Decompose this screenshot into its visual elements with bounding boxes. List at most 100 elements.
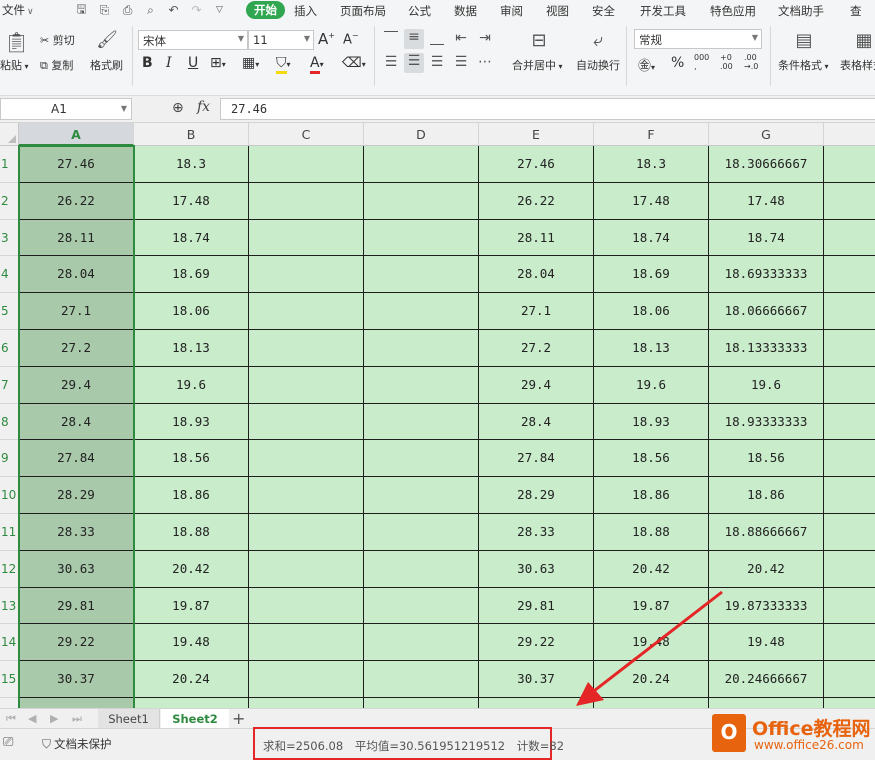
grid-cell[interactable]: 19.6 (709, 366, 824, 404)
merge-center-button[interactable]: 合并居中 ▾ (512, 57, 563, 73)
grid-cell[interactable]: 18.13333333 (709, 330, 824, 367)
grid-cell[interactable]: 18.56 (134, 440, 249, 478)
grid-cell[interactable]: 18.88666667 (709, 514, 824, 551)
grid-cell[interactable] (249, 182, 364, 220)
grid-cell[interactable] (364, 587, 479, 625)
next-sheet-icon[interactable]: ▶ (50, 712, 58, 725)
row-header[interactable]: 7 (0, 366, 19, 404)
grid-cell[interactable]: 28.4 (19, 403, 134, 441)
grid-cell[interactable] (824, 477, 875, 514)
grid-cell[interactable]: 18.69 (134, 256, 249, 294)
align-left-icon[interactable]: ☰ (382, 54, 400, 70)
row-header[interactable]: 6 (0, 330, 19, 367)
grid-cell[interactable] (824, 403, 875, 441)
tab-10[interactable]: 文档助手 (778, 3, 824, 19)
grid-cell[interactable]: 18.88 (134, 514, 249, 551)
column-header-h[interactable] (824, 123, 875, 146)
paste-icon[interactable]: 📋︎ (4, 30, 29, 54)
grid-cell[interactable] (249, 219, 364, 257)
grid-cell[interactable] (824, 182, 875, 220)
grid-cell[interactable]: 18.06 (134, 293, 249, 330)
grid-cell[interactable]: 28.33 (19, 514, 134, 551)
grid-cell[interactable] (824, 624, 875, 662)
tab-7[interactable]: 安全 (592, 3, 615, 19)
grid-cell[interactable]: 27.84 (479, 440, 594, 478)
grid-cell[interactable] (824, 256, 875, 294)
currency-icon[interactable]: ㊎▾ (638, 55, 655, 74)
tab-0[interactable]: 开始 (246, 1, 285, 19)
last-sheet-icon[interactable]: ⏭ (72, 712, 82, 726)
grid-cell[interactable]: 19.48 (594, 624, 709, 662)
row-header[interactable]: 2 (0, 182, 19, 220)
grid-cell[interactable]: 18.93333333 (709, 403, 824, 441)
grid-cell[interactable] (824, 698, 875, 708)
grid-cell[interactable]: 29.81 (19, 587, 134, 625)
borders-icon[interactable]: ⊞▾ (210, 55, 226, 71)
sheet-tab-sheet1[interactable]: Sheet1 (98, 709, 160, 729)
tab-5[interactable]: 审阅 (500, 3, 523, 19)
column-header-f[interactable]: F (594, 123, 709, 146)
grid-cell[interactable] (249, 550, 364, 588)
grid-cell[interactable] (824, 293, 875, 330)
clear-format-icon[interactable]: ⌫▾ (342, 55, 366, 71)
print-icon[interactable]: ⎙ (116, 1, 139, 19)
grid-cell[interactable]: 18.13 (594, 330, 709, 367)
merge-center-icon[interactable]: ⊟ (527, 30, 551, 51)
conditional-format-button[interactable]: 条件格式 ▾ (778, 57, 829, 73)
align-right-icon[interactable]: ☰ (428, 54, 446, 70)
name-box[interactable]: A1 ▼ (0, 98, 132, 120)
grid-cell[interactable]: 18.86 (134, 477, 249, 514)
grid-cell[interactable]: 17.48 (709, 182, 824, 220)
thousands-icon[interactable]: 000 ‚ (694, 53, 709, 71)
tab-9[interactable]: 特色应用 (710, 3, 756, 19)
distribute-icon[interactable]: ⋯ (476, 54, 494, 70)
grid-cell[interactable] (824, 514, 875, 551)
grid-cell[interactable]: 27.1 (479, 293, 594, 330)
grid-cell[interactable] (594, 698, 709, 708)
grid-cell[interactable]: 28.4 (479, 403, 594, 441)
grid-cell[interactable] (19, 698, 134, 708)
select-all-corner[interactable] (0, 123, 19, 146)
copy-button[interactable]: ⧉ 复制 (40, 57, 73, 73)
grid-cell[interactable]: 18.86 (709, 477, 824, 514)
grid-cell[interactable]: 19.6 (134, 366, 249, 404)
grid-cell[interactable] (249, 661, 364, 698)
grid-cell[interactable] (824, 550, 875, 588)
grid-cell[interactable]: 20.42 (134, 550, 249, 588)
font-name-select[interactable]: 宋体 ▼ (138, 30, 248, 50)
row-header[interactable]: 14 (0, 624, 19, 662)
grid-cell[interactable]: 18.56 (594, 440, 709, 478)
grid-cell[interactable]: 28.11 (479, 219, 594, 257)
grid-cell[interactable] (249, 587, 364, 625)
bold-icon[interactable]: B (142, 55, 153, 71)
grid-cell[interactable]: 20.24 (134, 661, 249, 698)
grid-cell[interactable]: 29.4 (19, 366, 134, 404)
grid-cell[interactable]: 18.30666667 (709, 146, 824, 183)
conditional-format-icon[interactable]: ▤ (792, 30, 816, 51)
row-header[interactable]: 1 (0, 146, 19, 183)
grid-cell[interactable]: 18.88 (594, 514, 709, 551)
grid-cell[interactable]: 18.06 (594, 293, 709, 330)
grid-cell[interactable] (249, 514, 364, 551)
grid-cell[interactable]: 27.1 (19, 293, 134, 330)
format-painter-button[interactable]: 格式刷 (90, 57, 123, 73)
customize-dropdown-icon[interactable]: ▽ (208, 1, 231, 19)
grid-cell[interactable] (364, 366, 479, 404)
row-header[interactable]: 13 (0, 587, 19, 625)
grid-cell[interactable]: 19.48 (709, 624, 824, 662)
grid-cell[interactable]: 20.42 (594, 550, 709, 588)
grid-cell[interactable] (709, 698, 824, 708)
grid-cell[interactable]: 20.42 (709, 550, 824, 588)
grid-cell[interactable]: 28.29 (19, 477, 134, 514)
add-sheet-icon[interactable]: + (232, 709, 245, 728)
align-bottom-icon[interactable]: ⎽ (428, 30, 446, 46)
grid-cell[interactable] (364, 550, 479, 588)
fill-pattern-icon[interactable]: ▦▾ (242, 55, 259, 71)
grid-cell[interactable]: 28.04 (479, 256, 594, 294)
row-header[interactable] (0, 698, 19, 708)
grid-cell[interactable]: 17.48 (594, 182, 709, 220)
row-header[interactable]: 5 (0, 293, 19, 330)
column-header-a[interactable]: A (19, 123, 134, 146)
column-header-c[interactable]: C (249, 123, 364, 146)
grid-cell[interactable]: 18.3 (594, 146, 709, 183)
